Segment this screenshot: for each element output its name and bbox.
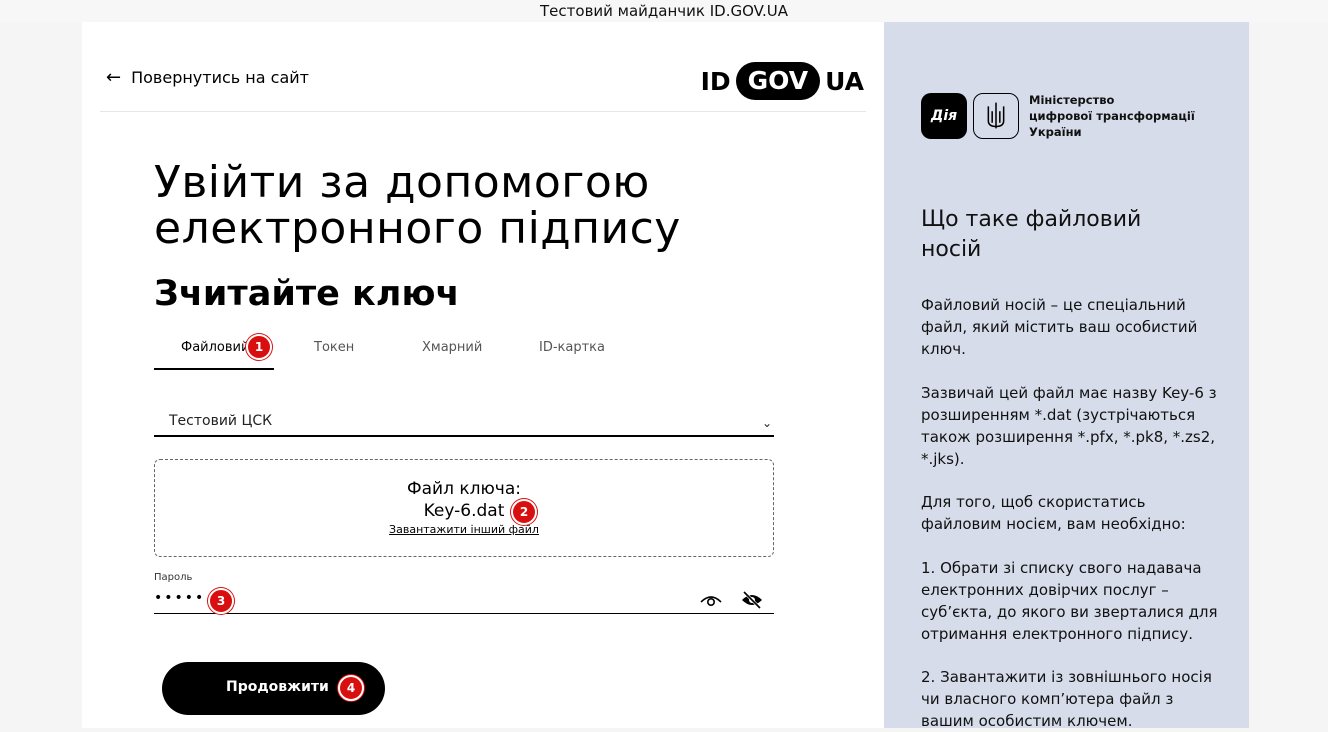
- logo-id: ID: [700, 66, 731, 96]
- logo-ua: UA: [825, 66, 864, 96]
- ministry-line1: Міністерство: [1029, 93, 1115, 107]
- key-file-dropzone[interactable]: Файл ключа: Key-6.dat 2 Завантажити інши…: [154, 459, 774, 557]
- sidebar-paragraph-3: Для того, щоб скористатись файловим носі…: [921, 493, 1186, 533]
- password-label: Пароль: [154, 572, 193, 583]
- login-panel: ← Повернутись на сайт ID GOV UA Увійти з…: [82, 22, 884, 728]
- arrow-left-icon: ←: [106, 66, 122, 88]
- back-to-site-link[interactable]: ← Повернутись на сайт: [106, 68, 309, 87]
- eye-icon[interactable]: [699, 590, 723, 610]
- header: ← Повернутись на сайт ID GOV UA: [100, 62, 866, 112]
- diia-logo: Дія: [921, 93, 967, 139]
- ministry-line3: України: [1029, 125, 1082, 139]
- password-field[interactable]: ••••• 3: [154, 586, 774, 614]
- page-title: Увійти за допомогою електронного підпису: [154, 160, 681, 252]
- logo-gov: GOV: [735, 62, 821, 100]
- info-sidebar: Дія Міністерство цифрової трансформації …: [884, 22, 1249, 730]
- key-file-name: Key-6.dat: [423, 501, 505, 521]
- sidebar-paragraph-2: Зазвичай цей файл має назву Key-6 з розш…: [921, 384, 1217, 468]
- key-type-tabs: Файловий 1 Токен Хмарний ID-картка: [154, 334, 774, 370]
- sidebar-paragraph-4: 1. Обрати зі списку свого надавача елект…: [921, 559, 1218, 643]
- key-file-title: Файл ключа:: [406, 479, 521, 499]
- page-title-line1: Увійти за допомогою: [154, 157, 650, 208]
- step-badge-1: 1: [246, 334, 272, 360]
- page-gutter: [1249, 22, 1328, 728]
- section-title: Зчитайте ключ: [154, 274, 460, 314]
- step-badge-2: 2: [511, 499, 537, 525]
- sidebar-heading-line2: носій: [921, 237, 982, 262]
- ministry-brand: Дія Міністерство цифрової трансформації …: [921, 92, 1199, 140]
- tab-id-card[interactable]: ID-картка: [539, 340, 605, 355]
- continue-button-label: Продовжити: [226, 679, 329, 695]
- ministry-name: Міністерство цифрової трансформації Укра…: [1029, 92, 1199, 140]
- password-value: •••••: [154, 590, 206, 606]
- sidebar-paragraph-5: 2. Завантажити із зовнішнього носія чи в…: [921, 668, 1212, 730]
- step-badge-4: 4: [338, 675, 364, 701]
- back-to-site-label: Повернутись на сайт: [131, 68, 309, 87]
- sidebar-paragraph-1: Файловий носій – це спеціальний файл, як…: [921, 296, 1198, 358]
- tab-token[interactable]: Токен: [314, 340, 354, 355]
- page-title-line2: електронного підпису: [154, 203, 681, 254]
- tab-file[interactable]: Файловий: [181, 340, 249, 355]
- sidebar-heading-line1: Що таке файловий: [921, 207, 1142, 232]
- trident-icon: [973, 93, 1019, 139]
- id-gov-ua-logo: ID GOV UA: [701, 62, 864, 100]
- page-banner: Тестовий майданчик ID.GOV.UA: [0, 0, 1328, 22]
- upload-other-file-link[interactable]: Завантажити інший файл: [155, 523, 773, 536]
- eye-off-icon[interactable]: [740, 590, 764, 610]
- ca-select[interactable]: Тестовий ЦСК ⌄: [154, 409, 774, 437]
- active-tab-indicator: [154, 368, 274, 370]
- continue-button[interactable]: Продовжити 4: [162, 662, 385, 715]
- ca-select-value: Тестовий ЦСК: [169, 413, 273, 429]
- chevron-down-icon: ⌄: [761, 416, 772, 430]
- tab-cloud[interactable]: Хмарний: [422, 340, 482, 355]
- sidebar-heading: Що таке файловий носій: [921, 205, 1221, 265]
- step-badge-3: 3: [208, 588, 234, 614]
- ministry-line2: цифрової трансформації: [1029, 109, 1195, 123]
